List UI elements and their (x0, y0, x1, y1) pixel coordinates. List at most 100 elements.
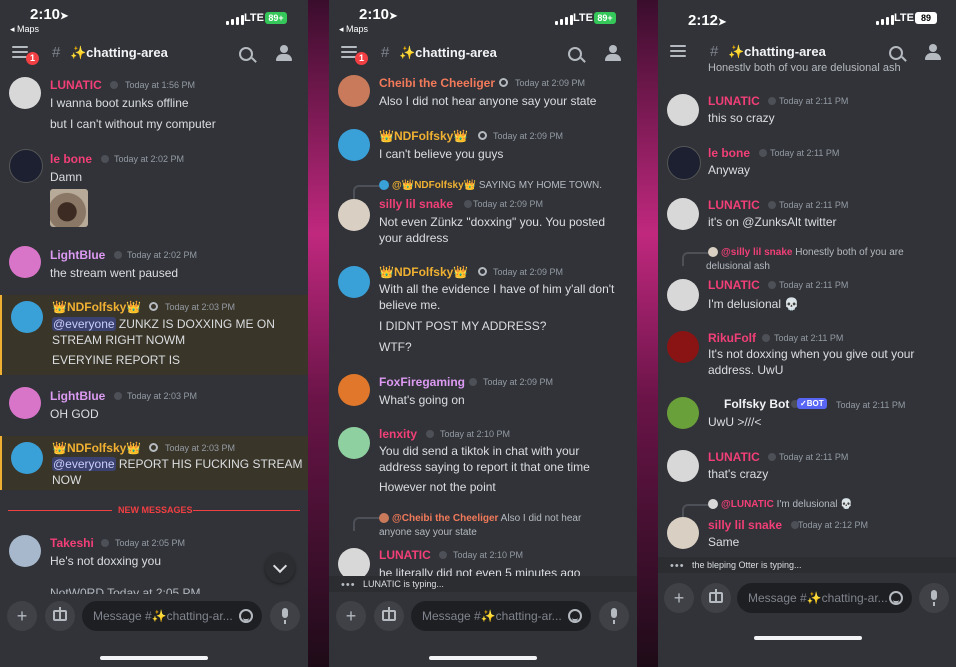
username[interactable]: lenxity (379, 427, 417, 441)
mic-button[interactable] (599, 601, 629, 631)
username[interactable]: Cheibi the Cheeliger (379, 76, 495, 90)
plus-icon[interactable]: + (664, 583, 694, 613)
message[interactable]: LUNATIC Today at 2:11 PM this so crazy (658, 92, 956, 136)
members-icon[interactable] (925, 44, 943, 60)
message[interactable]: Folfsky Bot ✓BOT Today at 2:11 PM UwU >/… (658, 394, 956, 438)
message[interactable]: 👑NDFolfsky👑 Today at 2:09 PM With all th… (329, 263, 637, 359)
channel-name[interactable]: ✨chatting-area (70, 45, 168, 61)
username[interactable]: le bone (708, 146, 750, 160)
search-icon[interactable] (889, 46, 903, 60)
avatar[interactable] (667, 517, 699, 549)
username[interactable]: 👑NDFolfsky👑 (52, 441, 141, 455)
username[interactable]: RikuFolf (708, 331, 756, 345)
avatar[interactable] (9, 535, 41, 567)
avatar[interactable] (338, 374, 370, 406)
image-attachment[interactable] (50, 189, 88, 227)
username[interactable]: LightBlue (50, 389, 105, 403)
message-reply[interactable]: @Cheibi the Cheeliger Also I did not hea… (329, 510, 637, 576)
message-input[interactable]: Message #✨chatting-ar... (737, 583, 912, 613)
message[interactable]: LUNATIC Today at 1:56 PM I wanna boot zu… (0, 74, 308, 138)
avatar[interactable] (11, 442, 43, 474)
avatar[interactable] (338, 427, 370, 459)
message[interactable]: 👑NDFolfsky👑 Today at 2:09 PM I can't bel… (329, 126, 637, 170)
username[interactable]: 👑NDFolfsky👑 (379, 129, 468, 143)
message[interactable]: le bone Today at 2:11 PM Anyway (658, 144, 956, 188)
username[interactable]: FoxFiregaming (379, 375, 465, 389)
username[interactable]: LUNATIC (379, 548, 431, 562)
message[interactable]: Takeshi Today at 2:05 PM He's not doxxin… (0, 531, 308, 571)
username[interactable]: LUNATIC (50, 78, 102, 92)
username[interactable]: le bone (50, 152, 92, 166)
search-icon[interactable] (239, 47, 253, 61)
message[interactable]: LUNATIC Today at 2:11 PM it's on @ZunksA… (658, 196, 956, 240)
channel-name[interactable]: ✨chatting-area (728, 44, 826, 60)
plus-icon[interactable]: + (336, 601, 366, 631)
avatar[interactable] (667, 450, 699, 482)
avatar[interactable] (338, 199, 370, 231)
message-highlighted[interactable]: 👑NDFolfsky👑 Today at 2:03 PM @everyone Z… (0, 295, 308, 375)
members-icon[interactable] (605, 45, 623, 61)
username[interactable]: Takeshi (50, 536, 94, 550)
avatar[interactable] (667, 279, 699, 311)
plus-icon[interactable]: + (7, 601, 37, 631)
reply-preview[interactable]: @👑NDFolfsky👑 SAYING MY HOME TOWN. (379, 180, 602, 191)
username[interactable]: silly lil snake (379, 197, 453, 211)
message[interactable]: FoxFiregaming Today at 2:09 PM What's go… (329, 372, 637, 416)
username[interactable]: LUNATIC (708, 278, 760, 292)
avatar[interactable] (338, 75, 370, 107)
username[interactable]: LUNATIC (708, 450, 760, 464)
avatar[interactable] (9, 246, 41, 278)
emoji-icon[interactable] (889, 591, 903, 605)
emoji-icon[interactable] (239, 609, 253, 623)
avatar[interactable] (9, 387, 41, 419)
avatar[interactable] (338, 266, 370, 298)
message[interactable]: LightBlue Today at 2:02 PM the stream we… (0, 244, 308, 288)
message-input[interactable]: Message #✨chatting-ar... (82, 601, 262, 631)
back-to-maps-link[interactable]: ◂ Maps (10, 24, 39, 35)
back-to-maps-link[interactable]: ◂ Maps (339, 24, 368, 35)
gift-button[interactable] (45, 601, 75, 631)
message-highlighted[interactable]: 👑NDFolfsky👑 Today at 2:03 PM @everyone R… (0, 436, 308, 490)
message[interactable]: LightBlue Today at 2:03 PM OH GOD (0, 385, 308, 429)
menu-icon[interactable] (670, 45, 686, 57)
message-reply[interactable]: @LUNATIC I'm delusional 💀 silly lil snak… (658, 496, 956, 554)
avatar[interactable] (9, 77, 41, 109)
message-input[interactable]: Message #✨chatting-ar... (411, 601, 591, 631)
everyone-mention[interactable]: @everyone (52, 317, 116, 331)
message[interactable]: LUNATIC Today at 2:11 PM that's crazy (658, 448, 956, 492)
avatar[interactable] (667, 198, 699, 230)
emoji-icon[interactable] (568, 609, 582, 623)
mic-button[interactable] (270, 601, 300, 631)
username[interactable]: 👑NDFolfsky👑 (52, 300, 141, 314)
message[interactable]: le bone Today at 2:02 PM Damn (0, 146, 308, 234)
message[interactable]: Cheibi the Cheeliger Today at 2:09 PM Al… (329, 73, 637, 117)
avatar[interactable] (338, 129, 370, 161)
message-reply[interactable]: @silly lil snake Honestly both of you ar… (658, 244, 956, 316)
avatar[interactable] (11, 301, 43, 333)
username[interactable]: LUNATIC (708, 198, 760, 212)
everyone-mention[interactable]: @everyone (52, 457, 116, 471)
mic-button[interactable] (919, 583, 949, 613)
channel-name[interactable]: ✨chatting-area (399, 45, 497, 61)
avatar[interactable] (667, 146, 701, 180)
gift-button[interactable] (374, 601, 404, 631)
reply-preview[interactable]: @silly lil snake Honestly both of you ar… (708, 247, 904, 258)
avatar[interactable] (667, 331, 699, 363)
members-icon[interactable] (276, 45, 294, 61)
jump-to-bottom-button[interactable] (265, 553, 295, 583)
gift-button[interactable] (701, 583, 731, 613)
message[interactable]: RikuFolf Today at 2:11 PM It's not doxxi… (658, 327, 956, 383)
username[interactable]: silly lil snake (708, 518, 782, 532)
username[interactable]: Folfsky Bot (724, 397, 789, 411)
message-reply[interactable]: @👑NDFolfsky👑 SAYING MY HOME TOWN. silly … (329, 178, 637, 250)
username[interactable]: LightBlue (50, 248, 105, 262)
message[interactable]: lenxity Today at 2:10 PM You did send a … (329, 424, 637, 500)
reply-preview[interactable]: @Cheibi the Cheeliger Also I did not hea… (379, 513, 581, 524)
username[interactable]: 👑NDFolfsky👑 (379, 265, 468, 279)
avatar[interactable] (667, 94, 699, 126)
avatar[interactable] (338, 548, 370, 576)
search-icon[interactable] (568, 47, 582, 61)
username[interactable]: LUNATIC (708, 94, 760, 108)
avatar[interactable] (9, 149, 43, 183)
avatar[interactable] (667, 397, 699, 429)
